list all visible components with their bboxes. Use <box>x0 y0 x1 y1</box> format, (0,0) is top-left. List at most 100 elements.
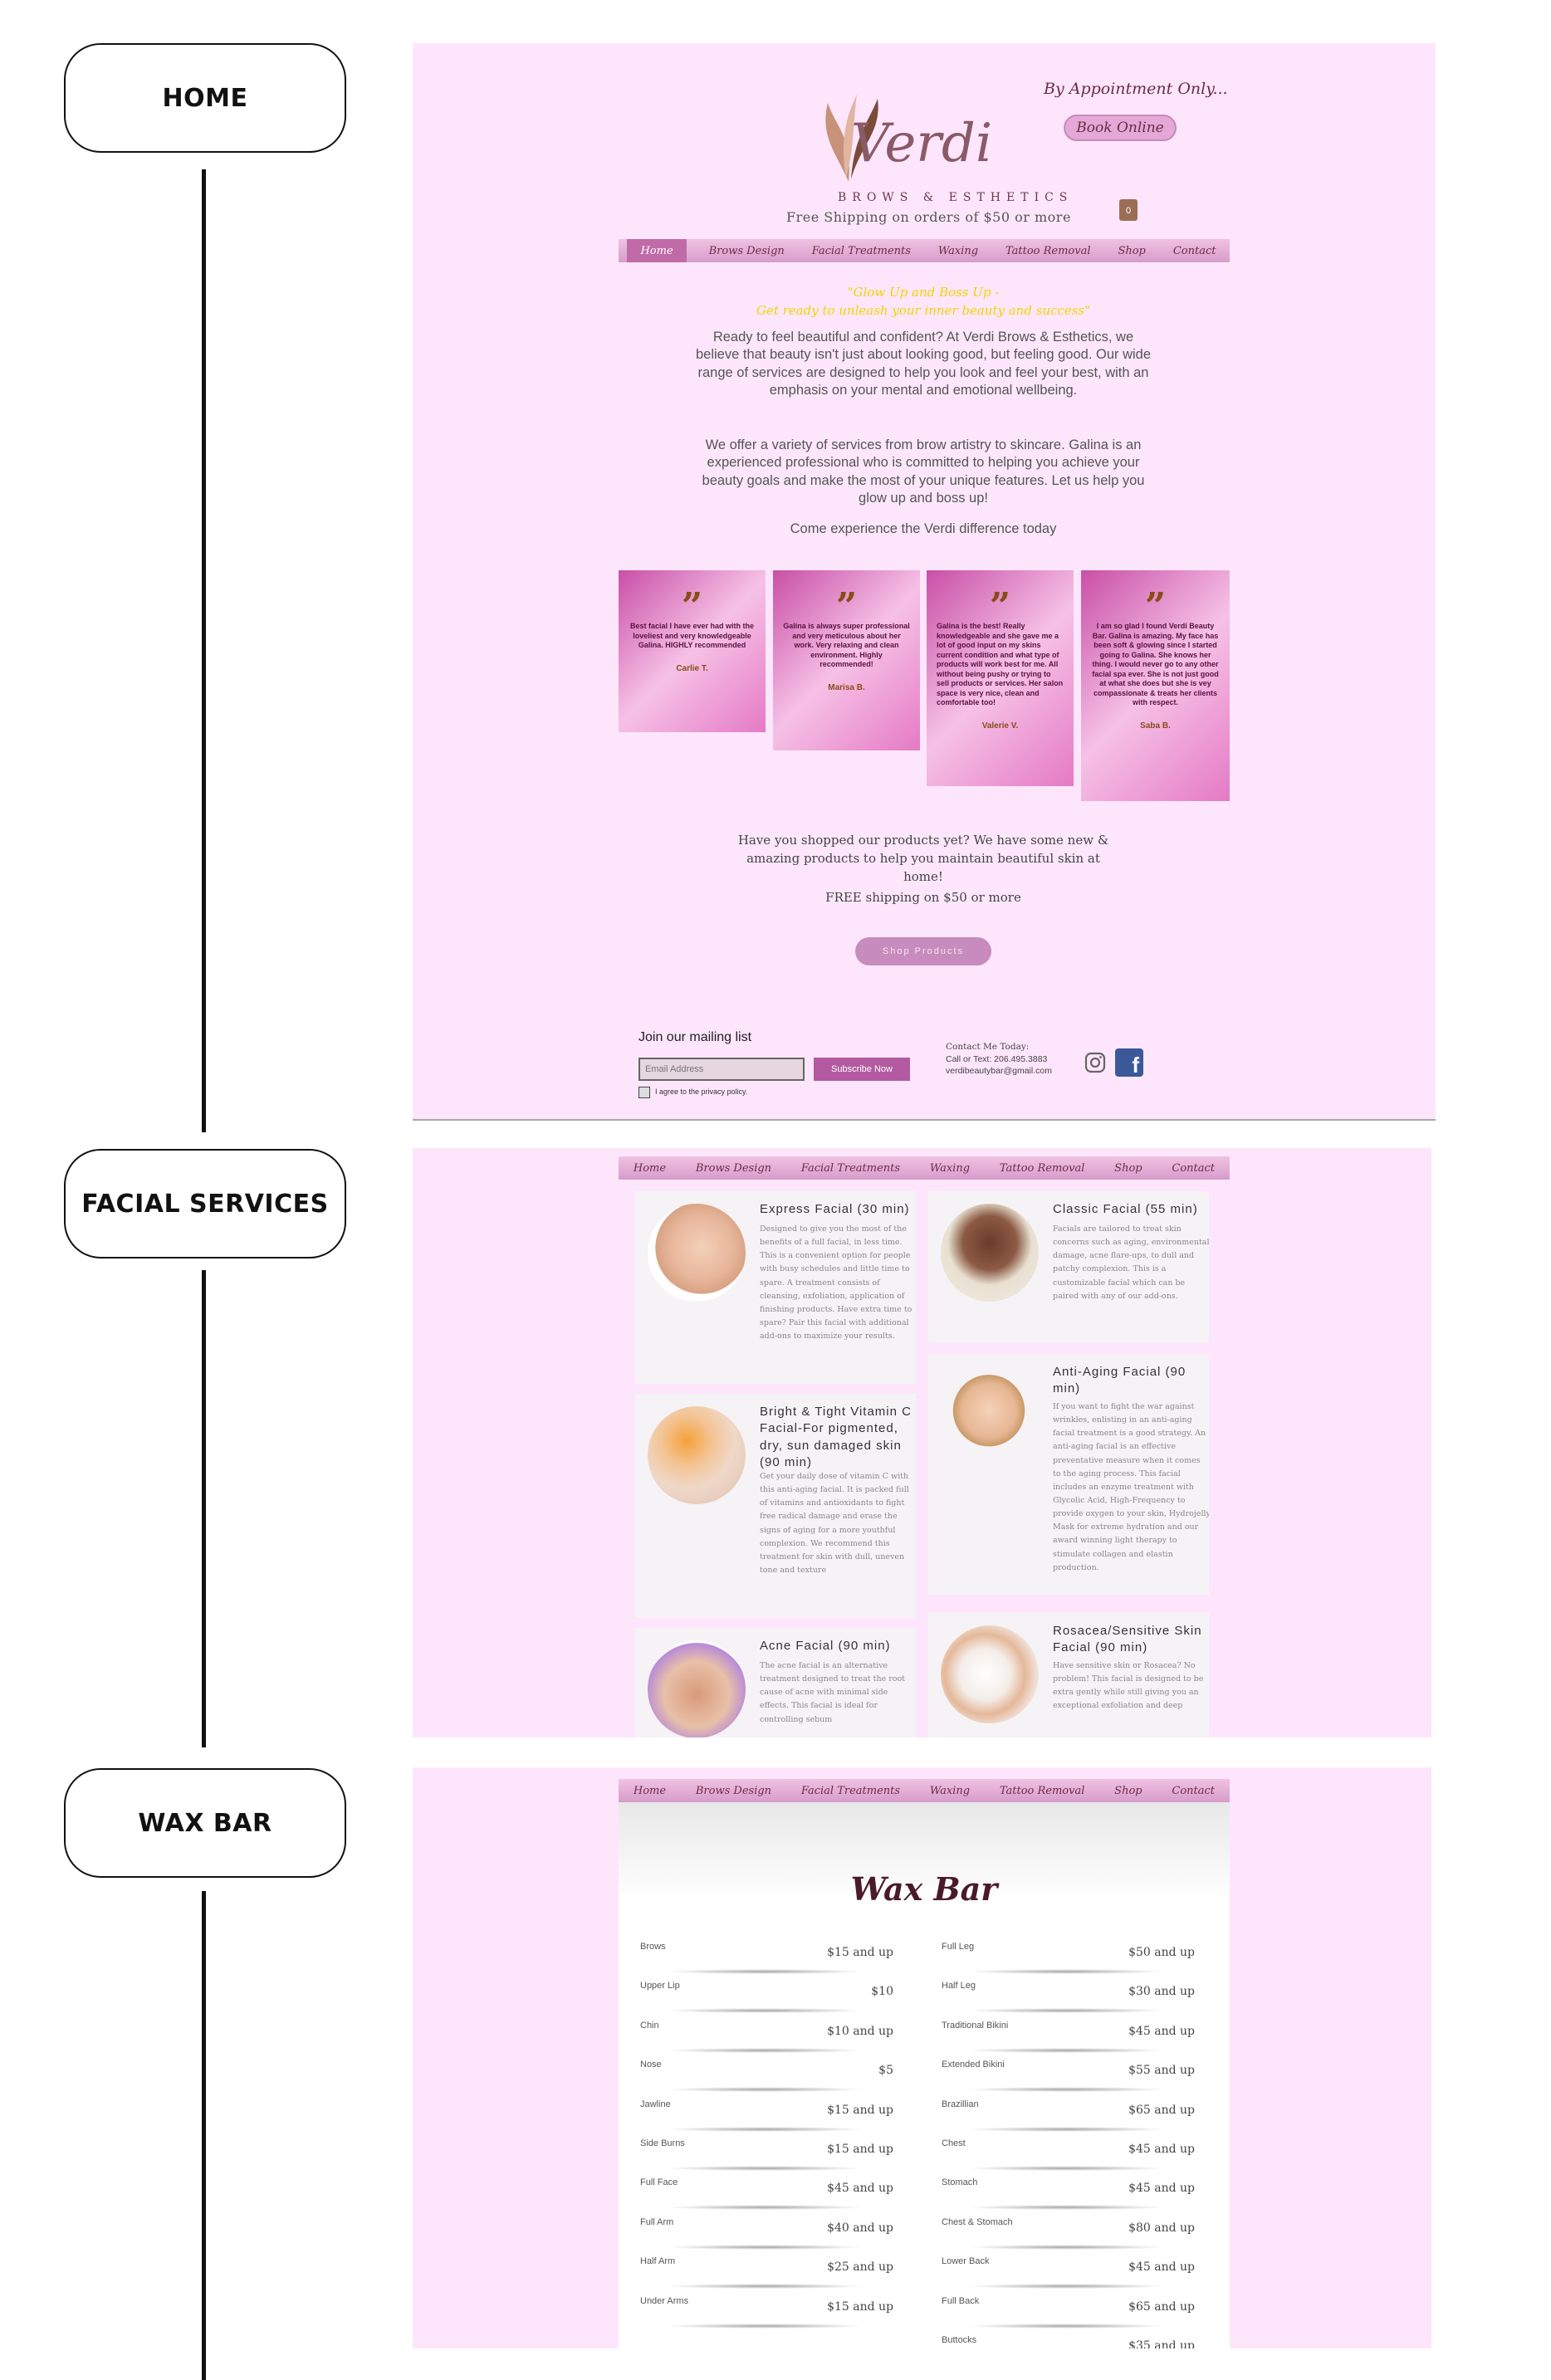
wax-service-name: Half Arm <box>640 2256 676 2267</box>
wax-menu: Wax Bar Brows $15 and up Upper Lip $10 Chin $… <box>619 1802 1230 2348</box>
facial-card: Anti-Aging Facial (90 min) If you want t… <box>928 1354 1209 1595</box>
testimonial-text: I am so glad I found Verdi Beauty Bar. G… <box>1092 622 1219 707</box>
subscribe-button[interactable]: Subscribe Now <box>814 1058 910 1081</box>
nav-waxing[interactable]: Waxing <box>933 245 983 257</box>
quote-icon: ” <box>835 585 858 628</box>
nav-brows-design[interactable]: Brows Design <box>704 245 790 257</box>
nav-facial-treatments[interactable]: Facial Treatments <box>796 1162 905 1175</box>
row-divider <box>966 2008 1166 2014</box>
divider <box>413 1119 1436 1121</box>
wax-service-price: $65 and up <box>1128 2299 1195 2314</box>
nav-waxing[interactable]: Waxing <box>925 1785 975 1797</box>
nav-waxing[interactable]: Waxing <box>925 1162 975 1175</box>
testimonial-author: Carlie T. <box>676 663 708 673</box>
contact-phone: Call or Text: 206.495.3883 <box>946 1053 1048 1064</box>
nav-contact[interactable]: Contact <box>1167 1785 1220 1797</box>
wax-service-price: $45 and up <box>827 2182 893 2196</box>
row-divider <box>966 2166 1166 2171</box>
wax-service-name: Full Face <box>640 2177 678 2188</box>
quote-icon: ” <box>681 585 703 628</box>
wax-service-price: $15 and up <box>827 2143 893 2156</box>
wax-service-price: $45 and up <box>1128 2143 1195 2156</box>
privacy-label: I agree to the privacy policy. <box>655 1087 748 1096</box>
home-page: Verdi BROWS & ESTHETICS Free Shipping on… <box>413 43 1436 1121</box>
nav-brows-design[interactable]: Brows Design <box>691 1785 776 1797</box>
nav-home[interactable]: Home <box>629 1785 671 1797</box>
wax-service-name: Jawline <box>640 2099 671 2109</box>
book-online-button[interactable]: Book Online <box>1064 115 1177 141</box>
facebook-icon[interactable]: f <box>1115 1048 1143 1078</box>
quote-icon: ” <box>989 585 1011 628</box>
wax-service-price: $25 and up <box>827 2260 893 2275</box>
cart-icon[interactable]: 0 <box>1119 199 1138 221</box>
row-divider <box>966 2126 1166 2132</box>
testimonial-card: ” I am so glad I found Verdi Beauty Bar.… <box>1081 570 1230 801</box>
nav-tattoo-removal[interactable]: Tattoo Removal <box>995 1785 1090 1797</box>
nav-brows-design[interactable]: Brows Design <box>691 1162 776 1175</box>
wax-service-price: $45 and up <box>1128 2182 1195 2196</box>
testimonial-author: Marisa B. <box>828 682 865 692</box>
privacy-checkbox[interactable] <box>639 1087 650 1098</box>
facial-description: Designed to give you the most of the ben… <box>760 1224 912 1341</box>
wax-service-price: $30 and up <box>1128 1985 1195 1999</box>
timeline-line <box>202 1270 206 1747</box>
wax-service-row: Upper Lip $10 <box>640 1981 893 2019</box>
facial-description: If you want to fight the war against wri… <box>1053 1402 1209 1572</box>
wax-service-name: Side Burns <box>640 2138 685 2148</box>
wax-service-row: Full Face $45 and up <box>640 2177 893 2216</box>
wax-service-name: Brazillian <box>942 2099 979 2109</box>
instagram-icon[interactable] <box>1084 1051 1107 1074</box>
nav-home[interactable]: Home <box>629 1162 671 1175</box>
wax-service-row: Brows $15 and up <box>640 1942 893 1980</box>
wax-service-row: Side Burns $15 and up <box>640 2138 893 2177</box>
intro-paragraph-3: Come experience the Verdi difference tod… <box>790 521 1057 536</box>
nav-contact[interactable]: Contact <box>1168 245 1221 257</box>
wax-service-row: Half Arm $25 and up <box>640 2256 893 2294</box>
facial-photo <box>949 1375 1029 1454</box>
row-divider <box>966 2244 1166 2250</box>
testimonial-author: Valerie V. <box>981 721 1019 731</box>
wax-service-name: Full Back <box>942 2295 980 2306</box>
facial-title: Express Facial (30 min) <box>760 1202 910 1216</box>
nav-facial-treatments[interactable]: Facial Treatments <box>796 1785 905 1797</box>
wax-service-name: Lower Back <box>942 2256 990 2267</box>
wax-service-row: Brazillian $65 and up <box>942 2099 1195 2138</box>
wax-service-row: Full Leg $50 and up <box>942 1942 1195 1980</box>
facial-title: Bright & Tight Vitamin C Facial-For pigm… <box>760 1405 912 1469</box>
wax-service-name: Full Leg <box>942 1942 975 1952</box>
nav-contact[interactable]: Contact <box>1167 1162 1220 1175</box>
wax-service-row: Lower Back $45 and up <box>942 2256 1195 2294</box>
nav-shop[interactable]: Shop <box>1109 1162 1147 1175</box>
row-divider <box>665 2205 864 2211</box>
wax-service-name: Traditional Bikini <box>942 2020 1009 2031</box>
wax-service-row: Extended Bikini $55 and up <box>942 2060 1195 2098</box>
wax-service-row: Full Arm $40 and up <box>640 2217 893 2255</box>
main-nav: Home Brows Design Facial Treatments Waxi… <box>619 1779 1230 1802</box>
wax-service-price: $45 and up <box>1128 2024 1195 2038</box>
testimonial-text: Galina is always super professional and … <box>783 622 910 669</box>
nav-shop[interactable]: Shop <box>1109 1785 1147 1797</box>
wax-service-row: Traditional Bikini $45 and up <box>942 2021 1195 2059</box>
nav-facial-treatments[interactable]: Facial Treatments <box>807 245 916 257</box>
testimonial-text: Best facial I have ever had with the lov… <box>629 622 755 650</box>
nav-tattoo-removal[interactable]: Tattoo Removal <box>1001 245 1096 257</box>
nav-home[interactable]: Home <box>627 239 687 262</box>
wax-service-price: $65 and up <box>1128 2103 1195 2117</box>
wax-service-price: $15 and up <box>827 2103 893 2117</box>
nav-tattoo-removal[interactable]: Tattoo Removal <box>995 1162 1090 1175</box>
row-divider <box>665 1969 864 1974</box>
wax-service-name: Full Arm <box>640 2216 674 2227</box>
nav-shop[interactable]: Shop <box>1113 245 1150 257</box>
facial-title: Acne Facial (90 min) <box>760 1639 891 1653</box>
facial-title: Anti-Aging Facial (90 min) <box>1053 1365 1186 1396</box>
facial-title: Classic Facial (55 min) <box>1053 1202 1198 1216</box>
timeline-line <box>202 1891 206 2380</box>
section-label-facials: FACIAL SERVICES <box>64 1149 346 1258</box>
row-divider <box>665 2008 864 2014</box>
wax-service-price: $55 and up <box>1128 2064 1195 2078</box>
main-nav: Home Brows Design Facial Treatments Waxi… <box>619 1156 1230 1180</box>
shop-products-button[interactable]: Shop Products <box>855 937 991 965</box>
brand-name: Verdi <box>851 113 993 174</box>
row-divider <box>966 1969 1166 1974</box>
email-field[interactable] <box>639 1058 805 1081</box>
